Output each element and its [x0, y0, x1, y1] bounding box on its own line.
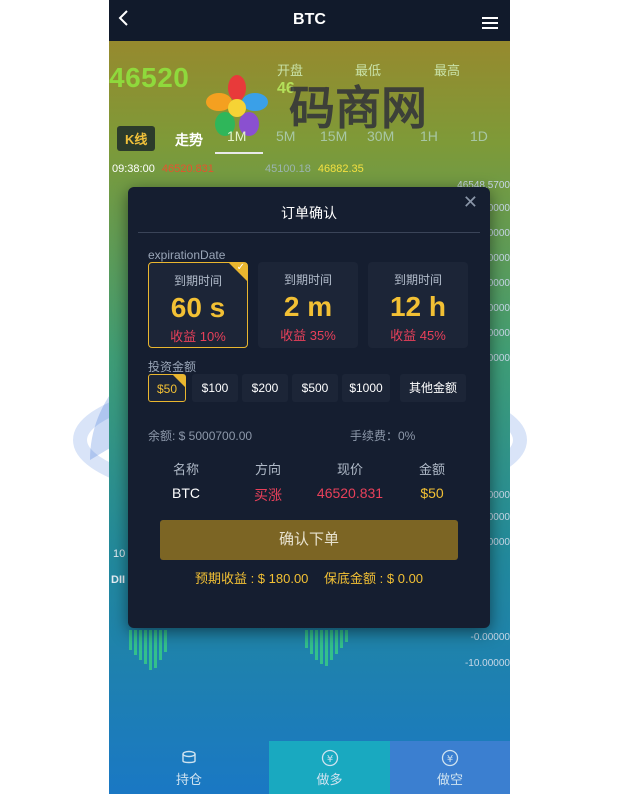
- page-title: BTC: [293, 11, 326, 28]
- order-direction: 买涨: [254, 487, 282, 503]
- check-icon: ✓: [236, 262, 245, 273]
- guaranteed-amount: 保底金额 : $ 0.00: [324, 571, 424, 586]
- header-name: 名称: [172, 462, 199, 477]
- current-price: 46520: [109, 62, 190, 93]
- phone-screen: BTC 46520 开盘 最低 最高 46 码商网 K线 走势 1M 5M 15…: [109, 0, 510, 794]
- ticker-low: 45100.18: [264, 163, 311, 175]
- balance-text: 余额: $ 5000700.00: [148, 429, 253, 443]
- indicator-label: DII: [111, 574, 126, 586]
- nav-positions[interactable]: 持仓: [109, 741, 269, 794]
- stat-high-label: 最高: [434, 63, 461, 78]
- option-rate: 收益 10%: [170, 329, 226, 344]
- nav-positions-label: 持仓: [175, 772, 202, 787]
- expiration-option-12h[interactable]: 到期时间 12 h 收益 45%: [368, 262, 468, 348]
- amount-label: $1000: [349, 381, 383, 395]
- bottom-nav: 持仓 ¥ 做多 ¥ 做空: [109, 741, 510, 794]
- ticker-open: 46520.831: [161, 163, 214, 175]
- option-rate: 收益 45%: [390, 328, 446, 343]
- svg-text:¥: ¥: [326, 754, 332, 765]
- option-value: 60 s: [170, 292, 226, 323]
- option-label: 到期时间: [393, 273, 442, 287]
- expiration-label: expirationDate: [148, 248, 226, 262]
- selected-corner: [173, 375, 185, 387]
- tab-1d[interactable]: 1D: [470, 128, 488, 144]
- option-value: 2 m: [283, 291, 333, 322]
- option-value: 12 h: [389, 291, 447, 322]
- svg-text:¥: ¥: [447, 754, 453, 765]
- ticker-time: 09:38:00: [112, 163, 155, 175]
- order-price: 46520.831: [316, 485, 384, 501]
- amount-label: 其他金额: [408, 381, 457, 395]
- yen-up-icon: ¥: [321, 749, 338, 767]
- modal-title: 订单确认: [281, 205, 337, 221]
- tab-underline: [215, 152, 263, 154]
- order-confirm-modal: 订单确认 ✕ expirationDate ✓ 到期时间 60 s 收益 10%…: [128, 187, 490, 628]
- confirm-order-button[interactable]: 确认下单: [160, 520, 458, 560]
- amount-1000[interactable]: $1000: [342, 374, 390, 402]
- coins-icon: [182, 750, 196, 764]
- order-summary: 预期收益 : $ 180.00 保底金额 : $ 0.00: [128, 568, 490, 587]
- option-label: 到期时间: [283, 273, 332, 287]
- hamburger-icon[interactable]: [482, 17, 498, 31]
- expiration-option-2m[interactable]: 到期时间 2 m 收益 35%: [258, 262, 358, 348]
- amount-50[interactable]: $50: [148, 374, 186, 402]
- amount-200[interactable]: $200: [242, 374, 288, 402]
- option-rate: 收益 35%: [280, 328, 336, 343]
- ticker-row: 09:38:00 46520.831 45100.18 46882.35: [112, 163, 368, 175]
- header-amount: 金额: [418, 462, 445, 477]
- amount-100[interactable]: $100: [192, 374, 238, 402]
- indicator-bars: [129, 630, 348, 670]
- amount-label: $500: [301, 381, 329, 395]
- amount-label: $200: [251, 381, 279, 395]
- amount-other[interactable]: 其他金额: [400, 374, 466, 402]
- nav-long-label: 做多: [316, 772, 343, 787]
- tab-5m[interactable]: 5M: [276, 128, 295, 144]
- nav-short-label: 做空: [436, 772, 463, 787]
- top-bar: BTC: [109, 0, 510, 41]
- ticker-high: 46882.35: [317, 163, 364, 175]
- tab-kline[interactable]: K线: [117, 126, 156, 151]
- divider: [138, 232, 480, 233]
- order-amount: $50: [420, 485, 444, 501]
- tab-15m[interactable]: 15M: [320, 128, 347, 144]
- order-symbol: BTC: [172, 485, 200, 501]
- expected-profit: 预期收益 : $ 180.00: [194, 571, 309, 586]
- header-price: 现价: [336, 462, 363, 477]
- tab-1h[interactable]: 1H: [420, 128, 438, 144]
- left-axis-label: 10: [113, 548, 126, 560]
- tab-30m[interactable]: 30M: [367, 128, 394, 144]
- fee-text: 手续费：0%: [350, 429, 416, 443]
- yen-down-icon: ¥: [441, 749, 459, 767]
- invest-label: 投资金额: [148, 360, 197, 374]
- header-direction: 方向: [254, 462, 281, 477]
- watermark-text: 码商网: [289, 81, 427, 135]
- amount-label: $100: [201, 381, 229, 395]
- amount-500[interactable]: $500: [292, 374, 338, 402]
- expiration-option-60s[interactable]: ✓ 到期时间 60 s 收益 10%: [148, 262, 248, 348]
- close-icon[interactable]: ✕: [463, 192, 478, 213]
- tab-trend[interactable]: 走势: [175, 130, 203, 150]
- nav-short[interactable]: ¥ 做空: [390, 741, 510, 794]
- tab-1m[interactable]: 1M: [227, 128, 246, 144]
- nav-long[interactable]: ¥ 做多: [269, 741, 390, 794]
